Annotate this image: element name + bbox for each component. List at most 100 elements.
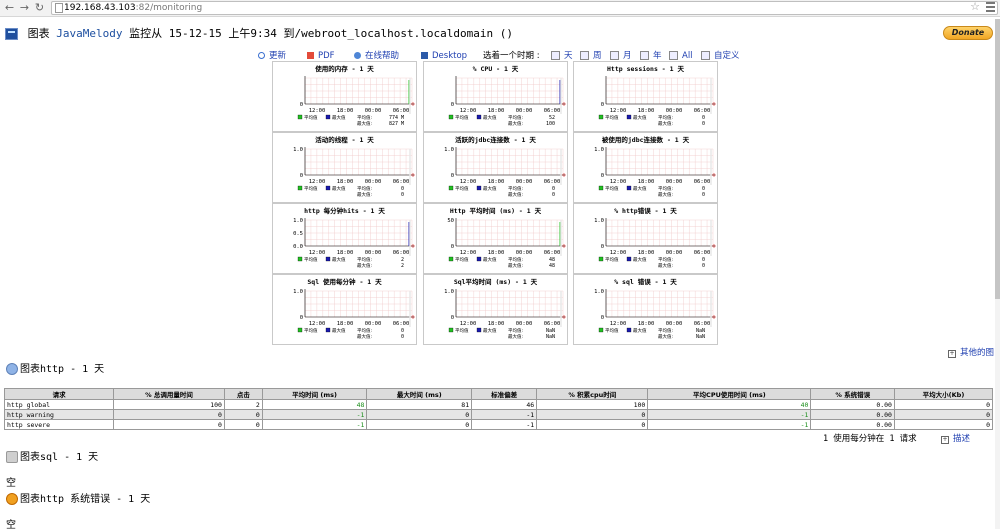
chart-panel[interactable]: Http sessions - 1 天 0 12:00 18:00 00:00 06:00… (573, 61, 718, 132)
address-bar[interactable]: 192.168.43.103:82/monitoring (51, 1, 998, 15)
y-min-label: 0 (451, 315, 454, 321)
max-value: NaN (696, 334, 705, 340)
max-value-label: 最大值: (508, 191, 523, 198)
legend-max-label: 最大值 (633, 327, 647, 334)
chart-panel[interactable]: % CPU - 1 天 0 12:00 18:00 00:00 06:00 平均值 最大值 平均… (423, 61, 568, 132)
legend-avg-label: 平均值 (304, 185, 318, 192)
chart-panel[interactable]: % sql 错误 - 1 天 1.0 0 12:00 18:00 00:00 06:00 平均… (573, 274, 718, 345)
table-row: http global 100 2 48 81 46 100 40 0.00 0 (3, 399, 994, 410)
y-max-label: 1.0 (594, 218, 604, 224)
x-tick-label: 12:00 (309, 321, 326, 327)
x-tick-label: 12:00 (460, 108, 477, 114)
table-cell: -1 (471, 419, 538, 430)
pdf-label: PDF (318, 51, 335, 61)
table-cell: 100 (113, 399, 225, 410)
request-name-cell[interactable]: http severe (3, 419, 115, 430)
chart-panel[interactable]: Http 平均时间 (ms) - 1 天 50 0 12:00 18:00 00:00 06… (423, 203, 568, 274)
page-scrollbar[interactable] (995, 19, 1000, 529)
chart-panel[interactable]: Sql平均时间 (ms) - 1 天 1.0 0 12:00 18:00 00:00 06:… (423, 274, 568, 345)
donate-button[interactable]: Donate (943, 26, 993, 40)
max-value: 0 (401, 334, 404, 340)
chart-panel[interactable]: 活跃的jdbc连接数 - 1 天 1.0 0 12:00 18:00 00:00 06:00… (423, 132, 568, 203)
chart-title: 被使用的jdbc连接数 - 1 天 (602, 135, 690, 144)
column-header[interactable]: 标准偏差 (471, 388, 538, 400)
legend-max-label: 最大值 (633, 185, 647, 192)
column-header[interactable]: 请求 (3, 388, 115, 400)
reload-icon[interactable]: ↻ (33, 1, 46, 14)
x-tick-label: 00:00 (516, 321, 533, 327)
chart-title: Http 平均时间 (ms) - 1 天 (450, 206, 542, 215)
scrollbar-thumb[interactable] (995, 19, 1000, 299)
legend-avg-label: 平均值 (455, 114, 469, 121)
column-header[interactable]: % 总调用量时间 (113, 388, 225, 400)
legend-avg-label: 平均值 (605, 114, 619, 121)
y-min-label: 0 (300, 173, 303, 179)
chart-svg: Http sessions - 1 天 0 12:00 18:00 00:00 06:00… (598, 65, 716, 127)
back-arrow-icon[interactable]: ← (3, 1, 16, 14)
browser-menu-icon[interactable] (986, 2, 995, 14)
period-custom-label: 自定义 (714, 51, 740, 61)
x-tick-label: 18:00 (638, 321, 655, 327)
column-header[interactable]: 平均时间 (ms) (261, 388, 368, 400)
request-name-cell[interactable]: http warning (3, 409, 115, 420)
database-icon (6, 451, 18, 463)
http-section-title-text: 图表http - 1 天 (20, 364, 105, 375)
expand-icon: + (941, 436, 949, 444)
table-cell: -1 (261, 419, 368, 430)
y-min-label: 0 (451, 244, 454, 250)
chart-panel[interactable]: 使用的内存 - 1 天 0 12:00 18:00 00:00 06:00 平均值 最大值 平均… (272, 61, 417, 132)
avg-value-label: 平均值: (357, 114, 372, 121)
table-cell: 0 (223, 409, 263, 420)
max-value-label: 最大值: (508, 120, 523, 127)
legend-avg-swatch (448, 256, 454, 262)
details-link[interactable]: + 描述 (941, 432, 970, 444)
legend-avg-label: 平均值 (455, 327, 469, 334)
legend-max-swatch (476, 327, 482, 333)
column-header[interactable]: 平均大小(Kb) (893, 388, 994, 400)
chart-panel[interactable]: 被使用的jdbc连接数 - 1 天 1.0 0 12:00 18:00 00:00 06:0… (573, 132, 718, 203)
max-value-label: 最大值: (658, 191, 673, 198)
legend-avg-swatch (297, 114, 303, 120)
x-tick-label: 06:00 (393, 108, 410, 114)
avg-value-label: 平均值: (357, 256, 372, 263)
chart-panel[interactable]: Sql 使用每分钟 - 1 天 1.0 0 12:00 18:00 00:00 06:00 平… (272, 274, 417, 345)
chart-title: 使用的内存 - 1 天 (314, 64, 374, 73)
chart-panel[interactable]: 活动的线程 - 1 天 1.0 0 12:00 18:00 00:00 06:00 平均值 最大… (272, 132, 417, 203)
y-max-label: 1.0 (293, 289, 303, 295)
forward-arrow-icon[interactable]: → (18, 1, 31, 14)
table-cell: 0 (223, 419, 263, 430)
x-tick-label: 06:00 (393, 179, 410, 185)
avg-value-label: 平均值: (508, 327, 523, 334)
y-min-label: 0 (601, 102, 604, 108)
max-value: NaN (546, 334, 555, 340)
column-header[interactable]: 最大时间 (ms) (366, 388, 473, 400)
calendar-icon (610, 51, 619, 60)
legend-max-swatch (626, 114, 632, 120)
x-tick-label: 00:00 (365, 108, 382, 114)
chart-panel[interactable]: http 每分钟hits - 1 天 1.0 0.5 0.0 12:00 18:00 00:… (272, 203, 417, 274)
x-tick-label: 06:00 (694, 179, 711, 185)
desktop-icon (421, 52, 428, 59)
legend-avg-swatch (448, 114, 454, 120)
title-app-link[interactable]: JavaMelody (56, 27, 122, 40)
table-cell: 0 (536, 419, 649, 430)
x-tick-label: 12:00 (610, 179, 627, 185)
chart-svg: 被使用的jdbc连接数 - 1 天 1.0 0 12:00 18:00 00:00 06:0… (594, 135, 716, 198)
calendar-icon (669, 51, 678, 60)
table-row: http severe 0 0 -1 0 -1 0 -1 0.00 0 (3, 419, 994, 430)
url-path: :82/monitoring (135, 3, 203, 13)
x-tick-label: 18:00 (638, 250, 655, 256)
y-min-label: 0 (601, 173, 604, 179)
legend-max-swatch (626, 185, 632, 191)
chart-panel[interactable]: % http错误 - 1 天 1.0 0 12:00 18:00 00:00 06:00 平均… (573, 203, 718, 274)
bookmark-star-icon[interactable]: ☆ (970, 0, 980, 13)
column-header[interactable]: 点击 (223, 388, 263, 400)
column-header[interactable]: 平均CPU使用时间 (ms) (647, 388, 812, 400)
details-label: 描述 (953, 434, 971, 444)
other-charts-link[interactable]: + 其他的图 (948, 346, 994, 358)
request-name-cell[interactable]: http global (3, 399, 115, 410)
column-header[interactable]: % 系统错误 (810, 388, 895, 400)
column-header[interactable]: % 积累cpu时间 (536, 388, 649, 400)
legend-max-label: 最大值 (633, 256, 647, 263)
period-all-label: All (682, 51, 693, 61)
